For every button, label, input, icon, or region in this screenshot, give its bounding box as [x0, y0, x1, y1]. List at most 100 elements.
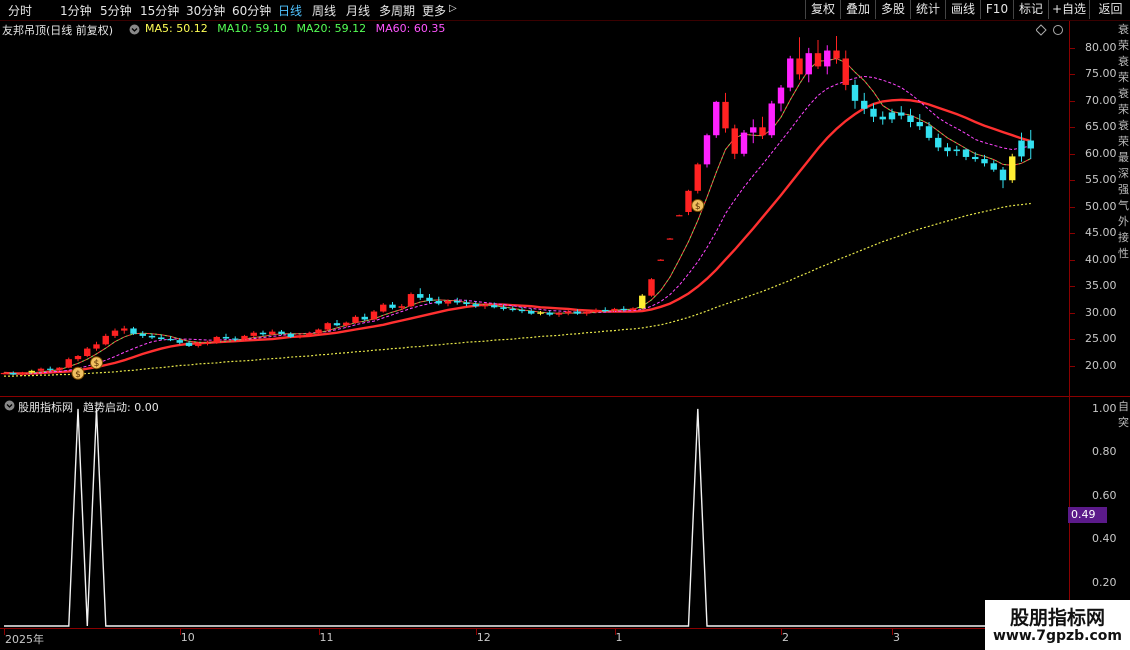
candle-body — [583, 312, 590, 314]
candle-body — [84, 348, 91, 356]
candle-body — [111, 330, 119, 336]
candle-body — [620, 308, 627, 311]
y-tick-label: 65.00 — [1085, 120, 1117, 134]
candle-body — [19, 372, 26, 375]
candle-body — [148, 335, 156, 338]
more-arrow-icon[interactable]: ▷ — [449, 3, 457, 14]
y-tick-mark — [1070, 233, 1075, 235]
watermark-box: 股朋指标网 www.7gpzb.com — [985, 600, 1130, 650]
candle-body — [565, 311, 572, 314]
candle-body — [555, 313, 563, 315]
candle-body — [962, 149, 970, 157]
candle-body — [259, 332, 267, 335]
x-axis-label: 2 — [782, 631, 789, 644]
y-tick-label: 55.00 — [1085, 173, 1117, 187]
tab-5min[interactable]: 5分钟 — [100, 2, 132, 19]
money-bag-glyph: $ — [695, 202, 701, 212]
circle-settings-icon[interactable] — [1053, 25, 1063, 35]
candle-body — [435, 300, 442, 304]
y-tick-mark — [1070, 100, 1075, 102]
candle-body — [629, 308, 637, 310]
settings-circle-icon[interactable] — [129, 24, 140, 35]
x-axis-divider — [0, 628, 1130, 629]
y-tick-mark — [1070, 74, 1075, 76]
tab-30min[interactable]: 30分钟 — [186, 2, 225, 19]
tab-15min[interactable]: 15分钟 — [140, 2, 179, 19]
stats-button[interactable]: 统计 — [910, 0, 945, 19]
tab-weekly[interactable]: 周线 — [312, 2, 336, 19]
y-tick-mark — [1070, 365, 1075, 367]
y-tick-mark — [1070, 259, 1075, 261]
tab-60min[interactable]: 60分钟 — [232, 2, 271, 19]
money-bag-icon: $ — [90, 356, 103, 370]
candle-body — [370, 311, 378, 320]
candlestick-chart[interactable]: $ $ $ — [0, 36, 1070, 396]
candle-body — [389, 304, 396, 308]
ma60-label: MA60: 60.35 — [375, 22, 446, 35]
candle-body — [768, 103, 775, 136]
tab-fenshi[interactable]: 分时 — [8, 2, 32, 19]
y-tick-mark — [1070, 339, 1075, 341]
tab-more[interactable]: 更多 — [422, 2, 446, 19]
sub-right-vertical-labels: 自突 — [1118, 400, 1129, 429]
candle-body — [537, 312, 544, 314]
candle-body — [602, 309, 609, 312]
candle-body — [278, 331, 285, 334]
candle-body — [648, 279, 655, 296]
candle-body — [824, 50, 831, 67]
candle-body — [0, 372, 8, 375]
candle-body — [953, 149, 960, 152]
trend-start-line — [4, 408, 1031, 627]
candle-body — [472, 304, 479, 307]
x-axis-label: 12 — [476, 631, 491, 644]
x-axis-label: 1 — [615, 631, 623, 644]
indicator-chart[interactable] — [0, 398, 1070, 628]
candle-body — [944, 147, 951, 152]
money-bag-glyph: $ — [75, 370, 81, 380]
tab-monthly[interactable]: 月线 — [346, 2, 370, 19]
candle-body — [315, 329, 322, 334]
candle-body — [185, 342, 193, 346]
sub-y-tick-label: 0.20 — [1092, 575, 1117, 589]
mark-button[interactable]: 标记 — [1013, 0, 1048, 19]
draw-line-button[interactable]: 画线 — [945, 0, 980, 19]
sub-y-tick-label: 0.60 — [1092, 488, 1117, 502]
candle-body — [121, 328, 128, 331]
candle-body — [528, 311, 535, 314]
x-tick-mark — [318, 629, 320, 635]
tab-multi-period[interactable]: 多周期 — [379, 2, 415, 19]
multi-stock-button[interactable]: 多股 — [875, 0, 910, 19]
candle-body — [666, 238, 674, 240]
y-tick-mark — [1070, 153, 1075, 155]
ma5-label: MA5: 50.12 — [145, 22, 208, 35]
back-button[interactable]: 返回 — [1089, 0, 1130, 19]
tab-daily[interactable]: 日线 — [278, 2, 302, 19]
candle-body — [56, 367, 63, 370]
candle-body — [731, 128, 738, 154]
current-value-badge: 0.49 — [1068, 507, 1107, 523]
f10-button[interactable]: F10 — [980, 0, 1013, 19]
fuquan-button[interactable]: 复权 — [805, 0, 840, 19]
add-watchlist-button[interactable]: +自选 — [1048, 0, 1089, 19]
candle-body — [879, 116, 886, 120]
overlay-button[interactable]: 叠加 — [840, 0, 875, 19]
candle-body — [1018, 140, 1025, 157]
tab-1min[interactable]: 1分钟 — [60, 2, 92, 19]
candle-body — [102, 335, 109, 345]
candle-body — [611, 308, 618, 311]
y-tick-label: 45.00 — [1085, 226, 1117, 240]
candle-body — [916, 122, 923, 127]
candle-body — [805, 53, 812, 75]
money-bag-icon: $ — [691, 198, 705, 212]
diamond-icon[interactable] — [1036, 24, 1047, 36]
candle-body — [898, 112, 905, 116]
candle-body — [833, 50, 840, 59]
y-tick-label: 35.00 — [1085, 279, 1117, 293]
candle-body — [222, 336, 230, 339]
candle-body — [500, 307, 507, 309]
candle-body — [574, 311, 581, 314]
y-tick-label: 20.00 — [1085, 358, 1117, 372]
right-vertical-labels: 衰荣衰荣衰荣衰荣最深强气外接性 — [1118, 23, 1129, 260]
watermark-title: 股朋指标网 — [1009, 607, 1105, 629]
y-tick-mark — [1070, 180, 1075, 182]
